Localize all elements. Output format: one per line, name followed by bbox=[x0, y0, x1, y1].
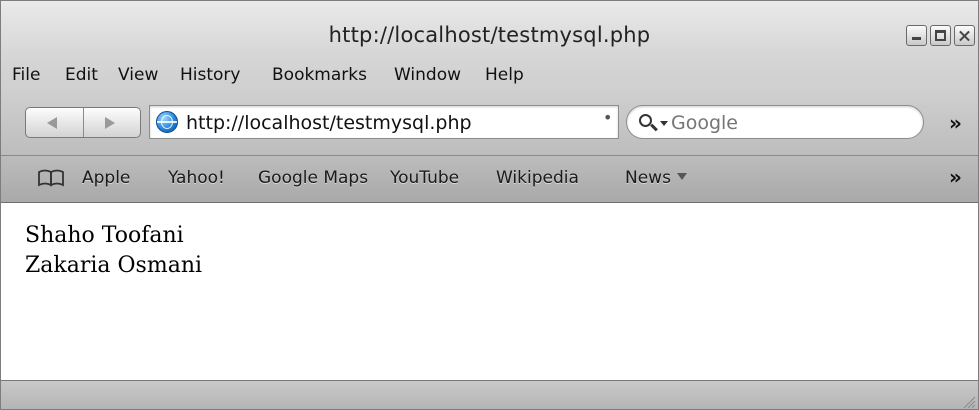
menu-view[interactable]: View bbox=[118, 65, 158, 85]
bookmark-youtube[interactable]: YouTube bbox=[390, 168, 459, 188]
open-book-icon[interactable] bbox=[37, 169, 65, 187]
menu-edit[interactable]: Edit bbox=[65, 65, 98, 85]
bookmarks-bar: Apple Yahoo! Google Maps YouTube Wikiped… bbox=[1, 156, 978, 203]
close-button[interactable] bbox=[954, 25, 975, 46]
back-arrow-icon bbox=[47, 117, 57, 129]
window-controls bbox=[906, 25, 975, 46]
window-title: http://localhost/testmysql.php bbox=[328, 23, 651, 47]
address-bar[interactable]: http://localhost/testmysql.php bbox=[149, 105, 619, 139]
address-text[interactable]: http://localhost/testmysql.php bbox=[186, 112, 472, 134]
menu-bookmarks[interactable]: Bookmarks bbox=[272, 65, 367, 85]
toolbar-overflow-button[interactable]: » bbox=[949, 111, 962, 135]
menu-bar: File Edit View History Bookmarks Window … bbox=[1, 55, 978, 95]
bookmark-apple[interactable]: Apple bbox=[82, 168, 130, 188]
bookmark-yahoo[interactable]: Yahoo! bbox=[168, 168, 225, 188]
bookmarks-overflow-button[interactable]: » bbox=[949, 165, 962, 189]
menu-file[interactable]: File bbox=[12, 65, 40, 85]
forward-arrow-icon bbox=[104, 117, 115, 129]
bookmark-wikipedia[interactable]: Wikipedia bbox=[496, 168, 579, 188]
result-line: Zakaria Osmani bbox=[25, 253, 203, 278]
chevron-down-icon bbox=[676, 173, 687, 180]
magnifier-icon[interactable] bbox=[639, 114, 652, 127]
navigation-toolbar: http://localhost/testmysql.php • » bbox=[1, 95, 978, 156]
bookmark-news-label: News bbox=[625, 168, 671, 188]
address-activity-dot: • bbox=[603, 108, 613, 127]
resize-grip-icon[interactable] bbox=[960, 393, 976, 409]
search-menu-chevron-icon[interactable] bbox=[660, 121, 668, 126]
bookmark-google-maps[interactable]: Google Maps bbox=[258, 168, 368, 188]
status-bar bbox=[1, 380, 978, 409]
minimize-button[interactable] bbox=[906, 25, 927, 46]
page-content: Shaho Toofani Zakaria Osmani bbox=[1, 203, 978, 379]
back-button[interactable] bbox=[26, 108, 83, 137]
result-line: Shaho Toofani bbox=[25, 223, 184, 248]
bookmark-news[interactable]: News bbox=[625, 168, 687, 188]
search-field[interactable] bbox=[626, 105, 924, 139]
menu-window[interactable]: Window bbox=[394, 65, 461, 85]
forward-button[interactable] bbox=[82, 108, 141, 137]
search-input[interactable] bbox=[671, 112, 901, 134]
menu-history[interactable]: History bbox=[180, 65, 240, 85]
back-forward-group bbox=[25, 107, 141, 138]
menu-help[interactable]: Help bbox=[485, 65, 524, 85]
title-bar[interactable]: http://localhost/testmysql.php bbox=[1, 1, 978, 55]
maximize-button[interactable] bbox=[930, 25, 951, 46]
globe-icon bbox=[156, 111, 178, 133]
browser-window: http://localhost/testmysql.php File Edit… bbox=[0, 0, 979, 410]
